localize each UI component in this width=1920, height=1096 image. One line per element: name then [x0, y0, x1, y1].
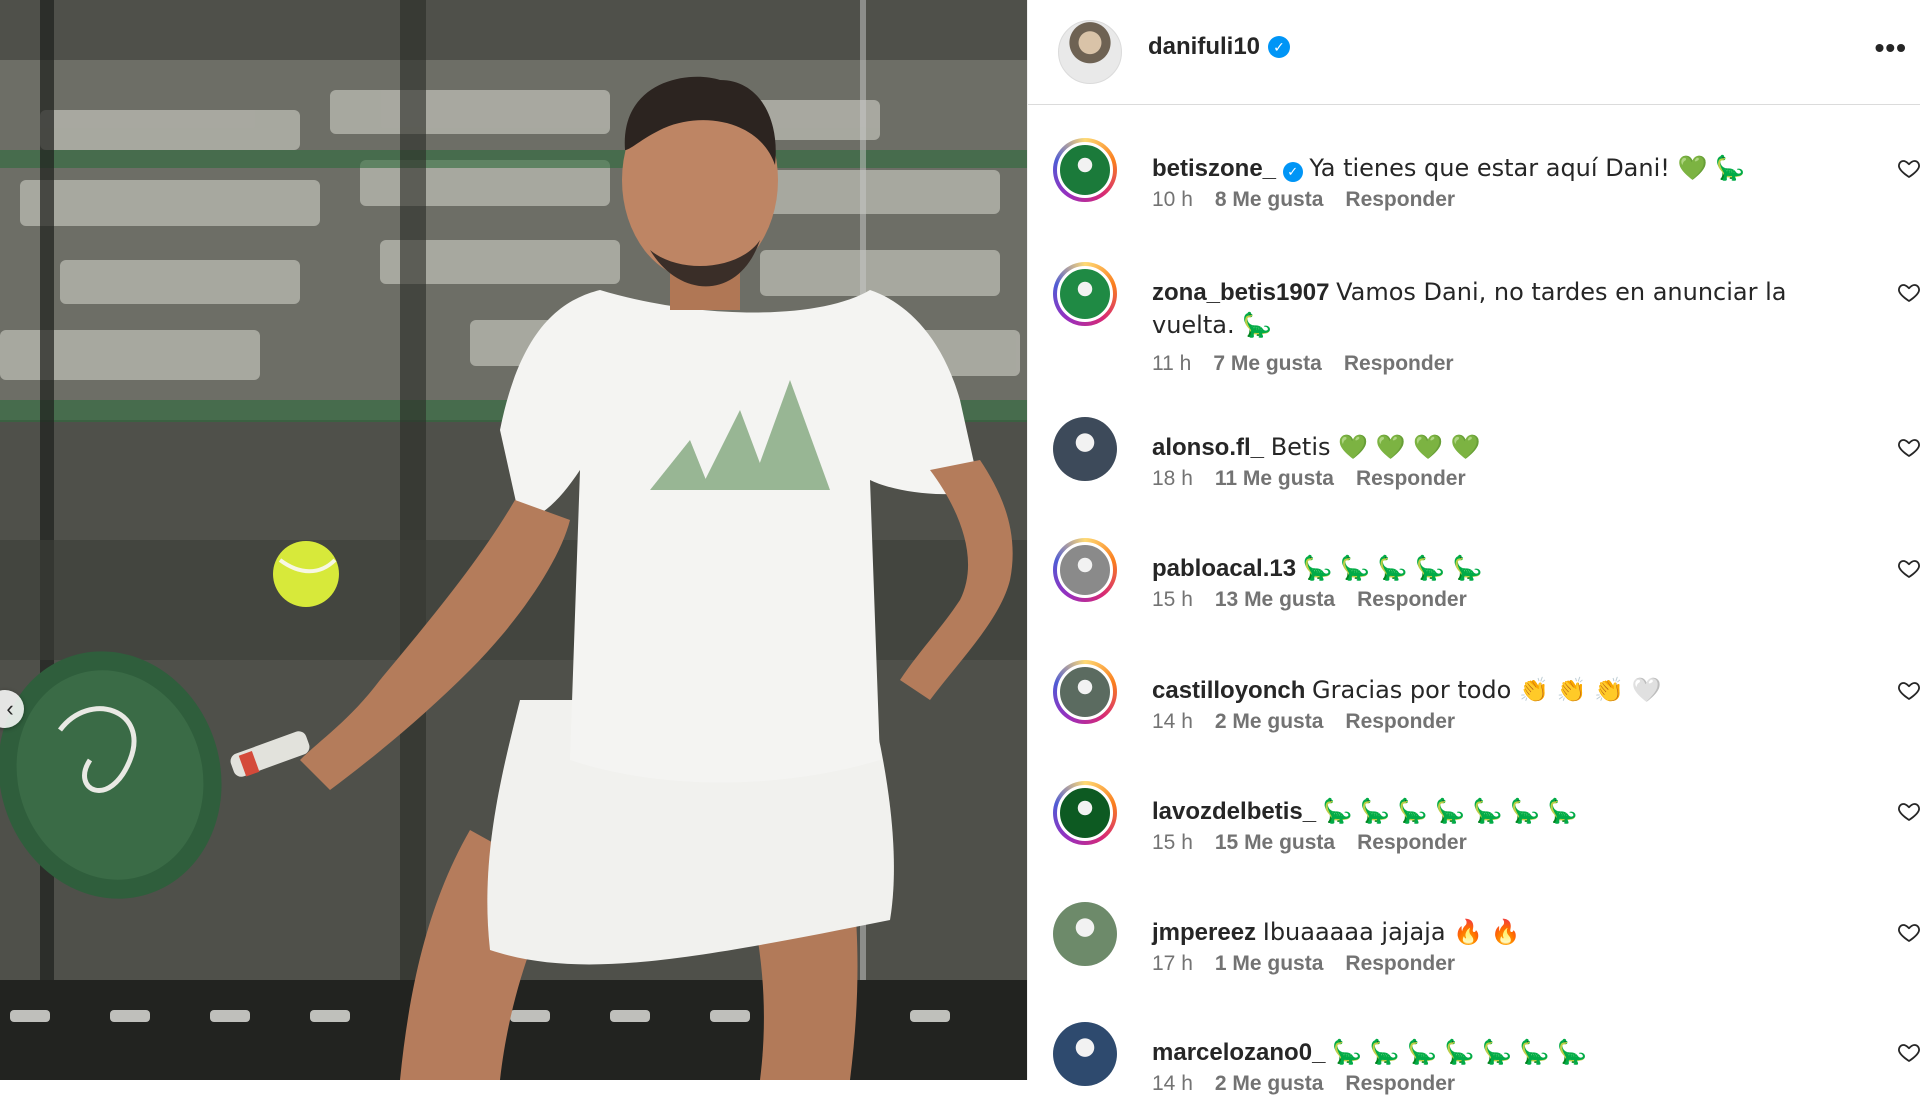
- comment-body: 🦕 🦕 🦕 🦕 🦕 🦕 🦕: [1332, 1038, 1588, 1066]
- reply-button[interactable]: Responder: [1357, 831, 1467, 855]
- commenter-avatar[interactable]: [1053, 781, 1117, 845]
- like-heart-icon[interactable]: [1897, 799, 1920, 823]
- comment-timestamp: 11 h: [1152, 352, 1192, 375]
- like-heart-icon[interactable]: [1897, 556, 1920, 580]
- comment-like-count[interactable]: 15 Me gusta: [1215, 831, 1335, 855]
- comment-meta: 14 h 2 Me gusta Responder: [1152, 1072, 1455, 1096]
- avatar-image: [1057, 142, 1113, 198]
- chevron-left-icon: ‹: [6, 696, 14, 721]
- avatar-image: [1057, 664, 1113, 720]
- commenter-avatar[interactable]: [1053, 538, 1117, 602]
- comments-pane: danifuli10 ✓ ••• betiszone_ ✓ Ya tienes …: [1027, 0, 1920, 1095]
- comment-meta: 11 h 7 Me gusta Responder: [1152, 352, 1454, 376]
- verified-badge-icon: ✓: [1268, 36, 1291, 58]
- avatar-image: [1053, 1022, 1117, 1086]
- comment-meta: 18 h 11 Me gusta Responder: [1152, 467, 1466, 491]
- like-heart-icon[interactable]: [1897, 435, 1920, 459]
- comment-body: 🦕 🦕 🦕 🦕 🦕 🦕 🦕: [1322, 797, 1578, 825]
- commenter-avatar[interactable]: [1053, 262, 1117, 326]
- commenter-username[interactable]: zona_betis1907: [1152, 279, 1329, 306]
- commenter-username[interactable]: jmpereez: [1152, 919, 1256, 946]
- author-avatar[interactable]: [1058, 20, 1122, 84]
- like-heart-icon[interactable]: [1897, 1040, 1920, 1064]
- commenter-avatar[interactable]: [1053, 417, 1117, 481]
- post-photo: [0, 0, 1027, 1080]
- reply-button[interactable]: Responder: [1345, 710, 1455, 734]
- post-header: danifuli10 ✓ •••: [1028, 0, 1920, 105]
- comment-text: zona_betis1907 Vamos Dani, no tardes en …: [1152, 276, 1842, 342]
- reply-button[interactable]: Responder: [1344, 352, 1454, 376]
- comment-timestamp: 18 h: [1152, 467, 1193, 490]
- comment-text: jmpereez Ibuaaaaa jajaja 🔥 🔥: [1152, 916, 1842, 949]
- avatar-image: [1053, 417, 1117, 481]
- comment-like-count[interactable]: 8 Me gusta: [1215, 188, 1324, 212]
- more-options-button[interactable]: •••: [1875, 34, 1907, 62]
- comment-like-count[interactable]: 7 Me gusta: [1213, 352, 1322, 376]
- comment-text: betiszone_ ✓ Ya tienes que estar aquí Da…: [1152, 152, 1842, 185]
- comment-like-count[interactable]: 1 Me gusta: [1215, 952, 1324, 976]
- comment-text: castilloyonch Gracias por todo 👏 👏 👏 🤍: [1152, 674, 1842, 707]
- comment-timestamp: 15 h: [1152, 831, 1193, 854]
- comment-like-count[interactable]: 2 Me gusta: [1215, 1072, 1324, 1096]
- like-heart-icon[interactable]: [1897, 156, 1920, 180]
- author-username[interactable]: danifuli10: [1148, 33, 1260, 61]
- comment-meta: 10 h 8 Me gusta Responder: [1152, 188, 1455, 212]
- reply-button[interactable]: Responder: [1345, 1072, 1455, 1096]
- comment-timestamp: 14 h: [1152, 710, 1193, 733]
- reply-button[interactable]: Responder: [1345, 952, 1455, 976]
- post-media: ‹: [0, 0, 1027, 1080]
- avatar-image: [1053, 902, 1117, 966]
- comment-meta: 15 h 13 Me gusta Responder: [1152, 588, 1467, 612]
- comment-like-count[interactable]: 13 Me gusta: [1215, 588, 1335, 612]
- like-heart-icon[interactable]: [1897, 280, 1920, 304]
- reply-button[interactable]: Responder: [1345, 188, 1455, 212]
- comment-meta: 15 h 15 Me gusta Responder: [1152, 831, 1467, 855]
- commenter-username[interactable]: betiszone_: [1152, 155, 1276, 182]
- reply-button[interactable]: Responder: [1356, 467, 1466, 491]
- comment-text: lavozdelbetis_ 🦕 🦕 🦕 🦕 🦕 🦕 🦕: [1152, 795, 1842, 828]
- avatar-image: [1057, 542, 1113, 598]
- like-heart-icon[interactable]: [1897, 920, 1920, 944]
- commenter-username[interactable]: lavozdelbetis_: [1152, 798, 1316, 825]
- avatar-image: [1057, 785, 1113, 841]
- comment-timestamp: 10 h: [1152, 188, 1193, 211]
- commenter-username[interactable]: pabloacal.13: [1152, 555, 1296, 582]
- comment-timestamp: 15 h: [1152, 588, 1193, 611]
- reply-button[interactable]: Responder: [1357, 588, 1467, 612]
- comment-text: pabloacal.13 🦕 🦕 🦕 🦕 🦕: [1152, 552, 1842, 585]
- commenter-avatar[interactable]: [1053, 660, 1117, 724]
- avatar-image: [1057, 266, 1113, 322]
- commenter-avatar[interactable]: [1053, 1022, 1117, 1086]
- comment-body: Ya tienes que estar aquí Dani! 💚 🦕: [1309, 154, 1745, 182]
- like-heart-icon[interactable]: [1897, 678, 1920, 702]
- comment-timestamp: 17 h: [1152, 952, 1193, 975]
- comment-like-count[interactable]: 11 Me gusta: [1215, 467, 1334, 491]
- verified-badge-icon: ✓: [1282, 161, 1303, 182]
- commenter-username[interactable]: alonso.fl_: [1152, 434, 1264, 461]
- comment-body: Betis 💚 💚 💚 💚: [1270, 433, 1481, 461]
- comment-meta: 14 h 2 Me gusta Responder: [1152, 710, 1455, 734]
- commenter-avatar[interactable]: [1053, 902, 1117, 966]
- comment-body: 🦕 🦕 🦕 🦕 🦕: [1302, 554, 1483, 582]
- comment-meta: 17 h 1 Me gusta Responder: [1152, 952, 1455, 976]
- comment-body: Gracias por todo 👏 👏 👏 🤍: [1312, 676, 1662, 704]
- comment-timestamp: 14 h: [1152, 1072, 1193, 1095]
- comment-like-count[interactable]: 2 Me gusta: [1215, 710, 1324, 734]
- comment-text: alonso.fl_ Betis 💚 💚 💚 💚: [1152, 431, 1842, 464]
- commenter-username[interactable]: marcelozano0_: [1152, 1039, 1325, 1066]
- comment-body: Ibuaaaaa jajaja 🔥 🔥: [1262, 918, 1521, 946]
- commenter-username[interactable]: castilloyonch: [1152, 677, 1305, 704]
- comment-text: marcelozano0_ 🦕 🦕 🦕 🦕 🦕 🦕 🦕: [1152, 1036, 1842, 1069]
- commenter-avatar[interactable]: [1053, 138, 1117, 202]
